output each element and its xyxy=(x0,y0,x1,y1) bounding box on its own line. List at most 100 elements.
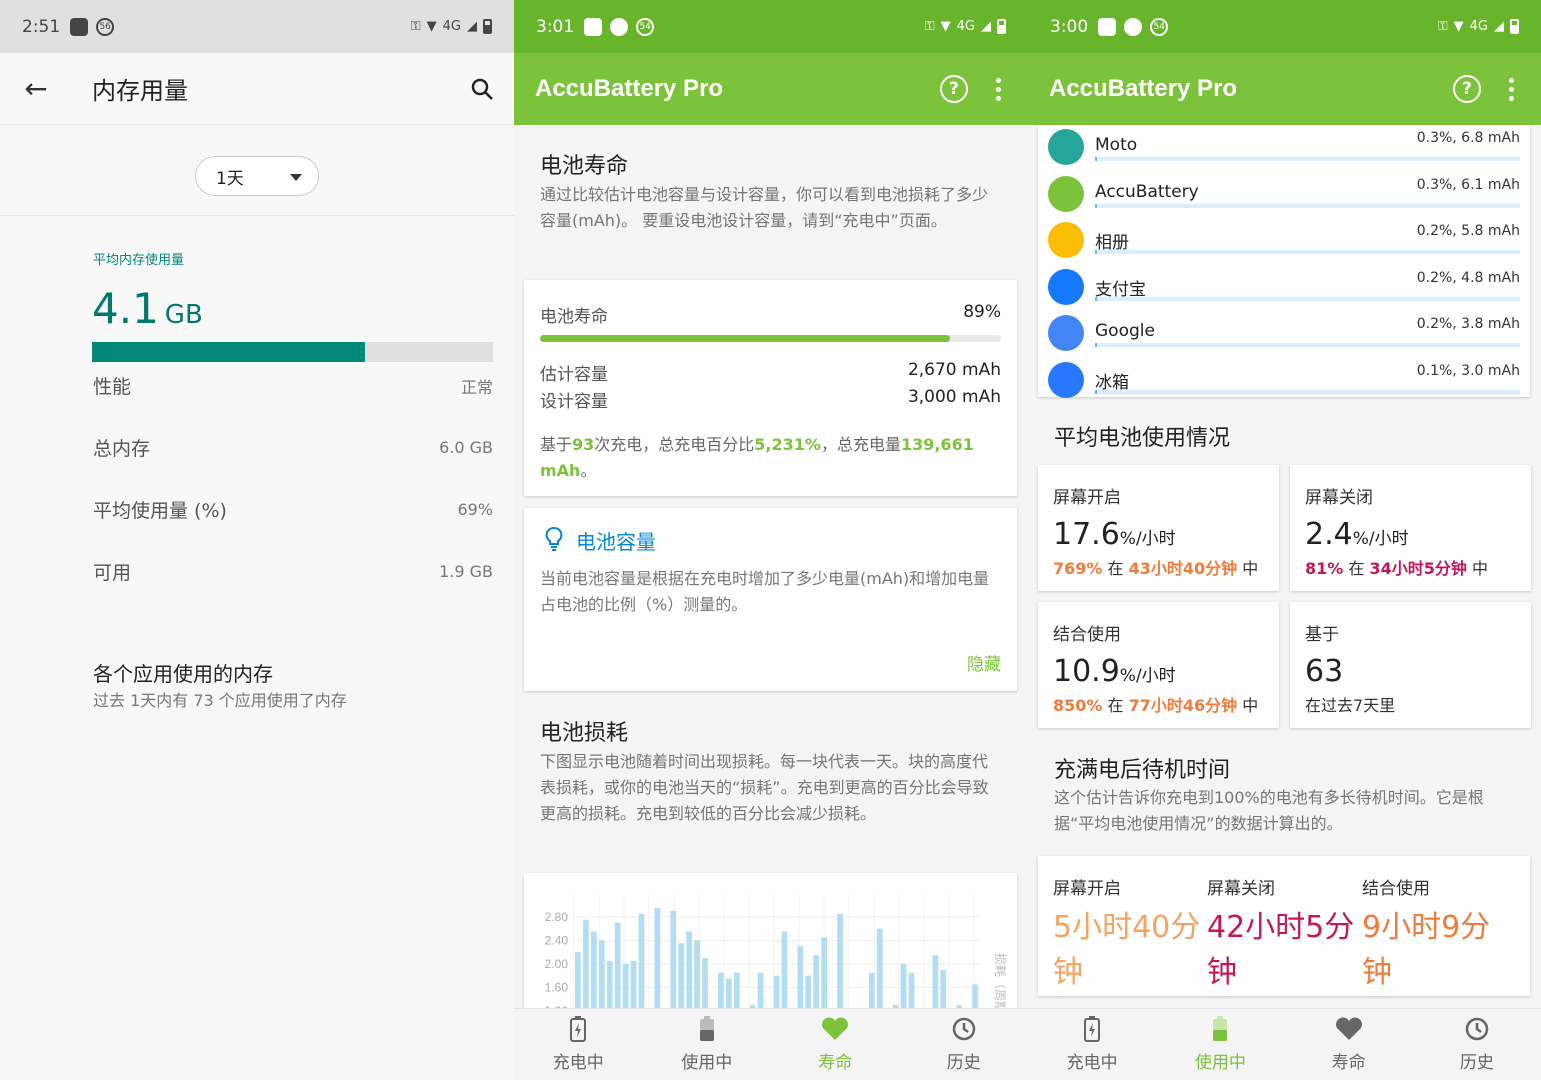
wear-bar xyxy=(718,972,724,1013)
hide-button[interactable]: 隐藏 xyxy=(967,650,1001,675)
battery-icon xyxy=(483,19,492,34)
battery-life-heading: 电池寿命 xyxy=(540,154,629,179)
nav-discharging[interactable]: 使用中 xyxy=(643,1009,772,1080)
wear-bar xyxy=(598,940,605,1013)
standby-label: 屏幕关闭 xyxy=(1207,879,1275,899)
standby-value: 9小时9分钟 xyxy=(1362,910,1491,990)
app-usage-bar xyxy=(1095,250,1520,254)
status-bar: 3:00 54 ⚿ ▼ 4G ◢ xyxy=(1028,0,1541,53)
app-usage-row[interactable]: 相册 0.2%, 5.8 mAh xyxy=(1038,220,1530,266)
wear-bar xyxy=(590,931,597,1013)
key-icon: ⚿ xyxy=(410,19,421,34)
charge-count: 93 xyxy=(572,435,595,454)
more-options-icon[interactable] xyxy=(968,53,1028,125)
stat-label: 结合使用 xyxy=(1053,625,1121,645)
wear-bar xyxy=(654,907,661,1013)
row-label: 可用 xyxy=(93,562,132,584)
nav-charging[interactable]: 充电中 xyxy=(514,1009,643,1080)
dropdown-arrow-icon xyxy=(290,174,302,181)
network-label: 4G xyxy=(1469,19,1488,34)
nav-health[interactable]: 寿命 xyxy=(1285,1009,1413,1080)
battery-health-screen: 3:01 54 ⚿ ▼ 4G ◢ AccuBattery Pro ? 电池寿命 … xyxy=(514,0,1028,1080)
nav-history[interactable]: 历史 xyxy=(1413,1009,1541,1080)
stat-end: 中 xyxy=(1466,559,1488,578)
based-text-a: 基于 xyxy=(540,435,573,454)
standby-combined: 结合使用 9小时9分钟 xyxy=(1362,874,1516,995)
bottom-navigation: 充电中 使用中 寿命 历史 xyxy=(1028,1008,1541,1080)
app-usage-row[interactable]: 冰箱 0.1%, 3.0 mAh xyxy=(1038,360,1530,406)
app-bar: ← 内存用量 xyxy=(0,53,514,125)
row-total-memory: 总内存 6.0 GB xyxy=(93,434,493,461)
badge-icon: 54 xyxy=(636,17,655,36)
status-bar: 3:01 54 ⚿ ▼ 4G ◢ xyxy=(514,0,1028,53)
stat-duration: 34小时5分钟 xyxy=(1369,559,1467,578)
more-options-icon[interactable] xyxy=(1481,53,1541,125)
stat-detail: 850% 在 77小时46分钟 中 xyxy=(1053,692,1258,716)
nav-label: 历史 xyxy=(1459,1053,1494,1073)
est-value: 2,670 mAh xyxy=(907,360,1001,380)
app-usage-value: 0.2%, 4.8 mAh xyxy=(1416,269,1520,286)
stat-unit: %/小时 xyxy=(1119,529,1176,549)
battery-icon xyxy=(693,1016,721,1042)
life-row: 电池寿命 89% xyxy=(540,302,1001,327)
app-usage-value: 0.3%, 6.8 mAh xyxy=(1416,130,1520,146)
help-icon[interactable]: ? xyxy=(1453,75,1481,103)
app-usage-row[interactable]: Moto 0.3%, 6.8 mAh xyxy=(1038,127,1530,173)
app-usage-row[interactable]: AccuBattery 0.3%, 6.1 mAh xyxy=(1038,174,1530,220)
status-icons: ⚿ ▼ 4G ◢ xyxy=(925,19,1006,34)
app-usage-bar xyxy=(1095,203,1520,208)
back-arrow-icon[interactable]: ← xyxy=(0,53,72,125)
stat-number: 17.6 xyxy=(1053,517,1120,552)
app-memory-summary: 过去 1天内有 73 个应用使用了内存 xyxy=(93,691,347,710)
page-title: 内存用量 xyxy=(92,77,188,105)
wear-bar xyxy=(733,972,740,1013)
app-usage-list: Moto 0.3%, 6.8 mAh AccuBattery 0.3%, 6.1 mA… xyxy=(1038,125,1530,398)
nav-charging[interactable]: 充电中 xyxy=(1028,1009,1156,1080)
standby-heading: 充满电后待机时间 xyxy=(1054,758,1231,783)
total-percent: 5,231% xyxy=(754,435,821,454)
battery-life-description: 通过比较估计电池容量与设计容量，你可以看到电池损耗了多少容量(mAh)。 要重设… xyxy=(540,185,989,230)
stat-unit: %/小时 xyxy=(1119,666,1176,686)
memory-usage-screen: 2:51 56 ⚿ ▼ 4G ◢ ← 内存用量 1天 平均内存使用量 4.1 GB… xyxy=(0,0,514,1080)
signal-icon: ◢ xyxy=(981,19,991,34)
nav-health[interactable]: 寿命 xyxy=(771,1009,900,1080)
tip-title: 电池容量 xyxy=(576,530,656,554)
app-usage-row[interactable]: Google 0.2%, 3.8 mAh xyxy=(1038,313,1530,359)
row-label: 性能 xyxy=(93,376,132,398)
based-on-text: 基于93次充电，总充电百分比5,231%，总充电量139,661 mAh。 xyxy=(540,432,1001,484)
nav-label: 充电中 xyxy=(552,1053,604,1073)
wear-bar xyxy=(678,943,685,1013)
wear-bar xyxy=(606,960,613,1013)
wear-bar xyxy=(876,928,883,1013)
app-memory-link[interactable]: 各个应用使用的内存 xyxy=(93,658,273,687)
nav-history[interactable]: 历史 xyxy=(900,1009,1029,1080)
app-usage-fill xyxy=(1095,296,1098,301)
app-usage-bar xyxy=(1095,389,1520,394)
row-value: 6.0 GB xyxy=(439,438,493,457)
wear-bar xyxy=(908,972,915,1013)
design-label: 设计容量 xyxy=(540,392,608,412)
wifi-icon: ▼ xyxy=(426,19,437,34)
search-icon[interactable] xyxy=(450,53,514,125)
range-dropdown[interactable]: 1天 xyxy=(195,156,319,196)
stat-duration: 43小时40分钟 xyxy=(1128,559,1238,578)
row-value: 1.9 GB xyxy=(439,562,493,581)
wifi-icon: ▼ xyxy=(1453,19,1464,34)
heart-icon xyxy=(821,1016,849,1042)
app-usage-fill xyxy=(1095,203,1098,208)
app-usage-value: 0.2%, 5.8 mAh xyxy=(1416,223,1520,239)
moto-icon xyxy=(1048,129,1084,165)
row-avg-usage: 平均使用量 (%) 69% xyxy=(93,496,493,523)
key-icon: ⚿ xyxy=(924,19,935,34)
stat-detail: 769% 在 43小时40分钟 中 xyxy=(1053,555,1258,579)
badge-icon: 54 xyxy=(1150,17,1169,36)
badge-icon: 56 xyxy=(96,17,115,36)
status-time: 3:00 xyxy=(1050,16,1089,37)
standby-screen-off: 屏幕关闭 42小时5分钟 xyxy=(1207,874,1361,995)
app-usage-row[interactable]: 支付宝 0.2%, 4.8 mAh xyxy=(1038,267,1530,313)
help-icon[interactable]: ? xyxy=(940,75,968,103)
wifi-icon: ▼ xyxy=(940,19,951,34)
nav-discharging[interactable]: 使用中 xyxy=(1156,1009,1284,1080)
memory-usage-fill xyxy=(92,342,365,362)
app-bar: AccuBattery Pro ? xyxy=(1028,53,1541,125)
